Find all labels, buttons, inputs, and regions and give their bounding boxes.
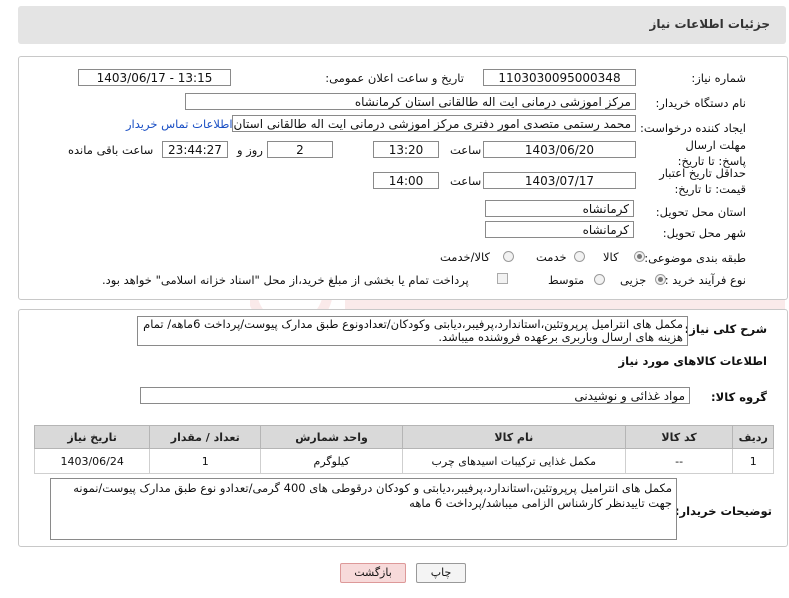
days-label: روز و <box>237 143 263 157</box>
reply-deadline-time-field[interactable]: 13:20 <box>373 141 439 158</box>
price-validity-label: حداقل تاریخ اعتبار قیمت: تا تاریخ: <box>659 166 746 196</box>
need-number-label: شماره نیاز: <box>691 71 746 85</box>
category-goods-radio[interactable] <box>634 251 645 262</box>
purchase-medium-label: متوسط <box>548 273 585 287</box>
treasury-payment-checkbox[interactable] <box>497 273 508 284</box>
reply-days-field[interactable]: 2 <box>267 141 333 158</box>
goods-section-title: اطلاعات کالاهای مورد نیاز <box>618 354 767 368</box>
column-header-unit: واحد شمارش <box>260 425 403 449</box>
buyer-contact-link[interactable]: اطلاعات تماس خریدار <box>126 117 233 131</box>
province-field[interactable]: کرمانشاه <box>485 200 634 217</box>
buyer-org-field[interactable]: مرکز اموزشی درمانی ایت اله طالقانی استان… <box>185 93 636 110</box>
column-header-row-index: ردیف <box>732 425 774 449</box>
table-row[interactable]: 1 -- مکمل غذایی ترکیبات اسیدهای چرب کیلو… <box>33 448 774 474</box>
header-bar: جزئیات اطلاعات نیاز <box>18 6 786 44</box>
row-index-cell: 1 <box>732 448 774 474</box>
unit-cell: کیلوگرم <box>260 448 403 474</box>
reply-time-label: ساعت <box>450 143 482 157</box>
column-header-code: کد کالا <box>624 425 734 449</box>
city-field[interactable]: کرمانشاه <box>485 221 634 238</box>
need-number-field[interactable]: 1103030095000348 <box>483 69 636 86</box>
purchase-type-label: نوع فرآیند خرید : <box>664 273 746 287</box>
qty-cell: 1 <box>149 448 262 474</box>
column-header-name: نام کالا <box>401 425 626 449</box>
category-service-label: خدمت <box>536 250 567 264</box>
column-header-qty: تعداد / مقدار <box>149 425 262 449</box>
category-service-radio[interactable] <box>574 251 585 262</box>
requester-field[interactable]: محمد رستمی متصدی امور دفتری مرکز اموزشی … <box>232 115 636 132</box>
purchase-minor-radio[interactable] <box>655 274 666 285</box>
category-label: طبقه بندی موضوعی: <box>644 251 746 265</box>
remaining-time-field[interactable]: 23:44:27 <box>162 141 228 158</box>
announce-datetime-label: تاریخ و ساعت اعلان عمومی: <box>325 71 464 85</box>
remaining-label: ساعت باقی مانده <box>68 143 154 157</box>
goods-group-label: گروه کالا: <box>711 390 767 404</box>
back-button[interactable]: بازگشت <box>340 563 406 583</box>
buyer-notes-label: توضیحات خریدار: <box>674 504 772 518</box>
announce-datetime-field[interactable]: 1403/06/17 - 13:15 <box>78 69 231 86</box>
price-validity-time-label: ساعت <box>450 174 482 188</box>
requester-label: ایجاد کننده درخواست: <box>640 121 746 135</box>
description-label: شرح کلی نیاز: <box>684 322 767 336</box>
column-header-need-date: تاریخ نیاز <box>33 425 151 449</box>
reply-deadline-date-field[interactable]: 1403/06/20 <box>483 141 636 158</box>
buyer-notes-textarea[interactable]: مکمل های انترامیل پرپروتئین،استاندارد،پر… <box>50 478 677 540</box>
city-label: شهر محل تحویل: <box>662 226 746 240</box>
table-header-row: ردیف کد کالا نام کالا واحد شمارش تعداد /… <box>33 425 774 449</box>
description-textarea[interactable]: مکمل های انترامیل پرپروتئین،استاندارد،پر… <box>137 316 688 346</box>
name-cell: مکمل غذایی ترکیبات اسیدهای چرب <box>401 448 626 474</box>
purchase-medium-radio[interactable] <box>594 274 605 285</box>
print-button[interactable]: چاپ <box>416 563 466 583</box>
goods-table: ردیف کد کالا نام کالا واحد شمارش تعداد /… <box>33 425 774 474</box>
price-validity-time-field[interactable]: 14:00 <box>373 172 439 189</box>
treasury-payment-note: پرداخت تمام یا بخشی از مبلغ خرید،از محل … <box>102 273 469 287</box>
category-goods-service-label: کالا/خدمت <box>440 250 491 264</box>
category-goods-service-radio[interactable] <box>503 251 514 262</box>
buyer-org-label: نام دستگاه خریدار: <box>655 96 746 110</box>
page-title: جزئیات اطلاعات نیاز <box>649 17 770 31</box>
category-goods-label: کالا <box>603 250 619 264</box>
purchase-minor-label: جزیی <box>620 273 647 287</box>
price-validity-date-field[interactable]: 1403/07/17 <box>483 172 636 189</box>
province-label: استان محل تحویل: <box>655 205 746 219</box>
goods-group-field[interactable]: مواد غذائی و نوشیدنی <box>140 387 690 404</box>
need-date-cell: 1403/06/24 <box>33 448 151 474</box>
code-cell: -- <box>624 448 734 474</box>
